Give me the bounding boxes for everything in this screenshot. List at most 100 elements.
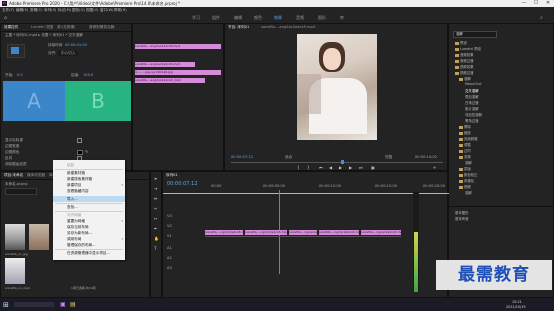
track-v3[interactable]: V3 [167, 214, 172, 218]
mini-clip-1[interactable]: sonaMa....ang2ac2a4ca5.mp4 [135, 44, 221, 49]
search-icon[interactable]: ⌕ [540, 15, 543, 21]
project-thumb-1[interactable] [5, 224, 25, 250]
track-a1[interactable]: A1 [167, 246, 172, 250]
hand-tool-icon[interactable]: ✋ [154, 236, 159, 241]
effects-item-video-effects[interactable]: 视频效果 [455, 64, 474, 69]
timeline-timecode[interactable]: 00:00:07:12 [167, 181, 198, 187]
tab-media-browser[interactable]: 媒体浏览器 [27, 173, 45, 178]
tab-sequence[interactable]: 序列01 [166, 173, 178, 178]
start-value[interactable]: 0.0 [17, 73, 23, 77]
effects-item-stylize[interactable]: 风格化 [459, 178, 474, 183]
tab-program[interactable]: 节目: 序列01 [228, 25, 249, 30]
effects-item-dip-black[interactable]: 黑场过渡 [465, 118, 479, 123]
effects-item-dissolve-folder[interactable]: 溶解 [459, 76, 471, 81]
tab-project[interactable]: 项目:未命名 [4, 173, 23, 178]
context-find[interactable]: 查找... [53, 204, 125, 210]
explorer-taskbar-icon[interactable]: ▤ [70, 301, 76, 308]
home-icon[interactable]: ⌂ [4, 15, 7, 21]
effects-item-lumetri[interactable]: Lumetri 预设 [455, 46, 481, 51]
effects-item-video-transitions[interactable]: 视频过渡 [455, 70, 474, 75]
effects-item-zoom[interactable]: 缩放 [459, 130, 471, 135]
effects-item-wipe[interactable]: 擦除 [459, 124, 471, 129]
program-scrubber[interactable] [231, 162, 443, 163]
effects-item-dissolve-3[interactable]: 溶解 [465, 190, 472, 195]
maximize-button[interactable]: ☐ [530, 0, 542, 7]
effects-item-mask[interactable]: 蒙版 [459, 166, 471, 171]
timeline-clip-5[interactable]: sonaMa....ng2ac2a4ca5.mp4 [361, 230, 401, 235]
mini-clip-3[interactable]: lo........jpg,ng 12b0q6.jpg [135, 70, 221, 75]
mark-out-icon[interactable]: } [307, 165, 310, 170]
workspace-libraries[interactable]: 库 [340, 15, 344, 21]
effects-item-audio-effects[interactable]: 音频效果 [455, 52, 474, 57]
effects-item-page-peel[interactable]: 页面剥落 [459, 136, 478, 141]
essential-graphics-tab[interactable]: 基本图形 [455, 210, 469, 215]
effects-item-transform[interactable]: 变换 [459, 154, 471, 159]
ripple-edit-icon[interactable]: ⇹ [154, 196, 157, 201]
effects-item-presets[interactable]: 预设 [455, 40, 467, 45]
workspace-audio[interactable]: 音频 [296, 15, 304, 21]
workspace-edit[interactable]: 编辑 [234, 15, 242, 21]
razor-tool-icon[interactable]: ✂ [154, 206, 157, 211]
mini-clip-4[interactable]: sonaMa....ang2ac2a4ca5_mp4 [135, 78, 205, 83]
add-button[interactable]: + [433, 165, 436, 170]
step-forward-icon[interactable]: ⏭ [359, 165, 363, 170]
timeline-clip-3[interactable]: sonaMa....ng2ac2a4ca5.mp4 [289, 230, 317, 235]
effects-item-audio-transitions[interactable]: 音频过渡 [455, 58, 474, 63]
effects-item-additive-dissolve[interactable]: 叠加溶解 [465, 94, 479, 99]
type-tool-icon[interactable]: T [154, 246, 156, 251]
effects-item-obsolete[interactable]: 过时 [459, 148, 471, 153]
workspace-assembly[interactable]: 组件 [212, 15, 220, 21]
effects-item-film-dissolve[interactable]: 胶片溶解 [465, 106, 479, 111]
end-value[interactable]: 100.0 [83, 73, 93, 77]
close-button[interactable]: ✕ [542, 0, 554, 7]
context-view-hidden[interactable]: 查看隐藏内容 [53, 188, 125, 194]
effects-search-input[interactable]: 溶解 [453, 31, 497, 38]
taskbar-search[interactable] [14, 302, 54, 307]
effects-item-video[interactable]: 视频 [459, 184, 471, 189]
play-icon[interactable]: ▶ [339, 165, 342, 170]
project-thumb-3[interactable] [5, 258, 25, 284]
track-select-icon[interactable]: ⇥ [154, 186, 157, 191]
effects-item-non-additive[interactable]: 非加性溶解 [465, 112, 482, 117]
mini-clip-2[interactable]: sonaMa....ang2ac2a4ca5.mp4 [135, 62, 195, 67]
slip-tool-icon[interactable]: ↔ [154, 216, 157, 221]
tab-lumetri-scopes[interactable]: Lumetri 范围 [31, 25, 53, 30]
tab-source[interactable]: 源:(无剪辑) [57, 25, 75, 30]
effects-item-dissolve-2[interactable]: 溶解 [465, 160, 472, 165]
eyedropper-icon[interactable]: ✎ [85, 149, 88, 154]
export-frame-icon[interactable]: ▣ [371, 165, 375, 170]
premiere-taskbar-icon[interactable]: ▣ [60, 301, 66, 308]
frame-back-icon[interactable]: ◀ [329, 165, 332, 170]
align-select[interactable]: 中心切入 [58, 51, 79, 56]
track-v1[interactable]: V1 [167, 234, 172, 238]
selection-tool-icon[interactable]: ➤ [154, 176, 157, 181]
program-timecode[interactable]: 00:00:07:12 [231, 155, 253, 159]
workspace-learn[interactable]: 学习 [192, 15, 200, 21]
context-paste[interactable]: 粘贴 [53, 162, 125, 168]
track-a3[interactable]: A3 [167, 266, 172, 270]
essential-sound-tab[interactable]: 基本声音 [455, 216, 469, 221]
windows-start-icon[interactable]: ⊞ [3, 301, 9, 309]
frame-forward-icon[interactable]: ▶ [349, 165, 352, 170]
context-import[interactable]: 导入... [53, 196, 125, 202]
track-v2[interactable]: V2 [167, 224, 172, 228]
effects-item-dip-white[interactable]: 白场过渡 [465, 100, 479, 105]
step-back-icon[interactable]: ⏮ [319, 165, 323, 170]
tab-audio-mixer[interactable]: 音频剪辑混合器: [89, 25, 115, 30]
tab-effect-controls[interactable]: 效果控件 [4, 25, 18, 30]
effects-item-morphcut[interactable]: MorphCut [465, 82, 482, 86]
duration-value[interactable]: 00:00:01:00 [65, 43, 87, 47]
project-thumb-2[interactable] [29, 224, 49, 250]
effects-item-color-correction[interactable]: 颜色校正 [459, 172, 478, 177]
minimize-button[interactable]: — [518, 0, 530, 7]
border-color-swatch[interactable] [77, 150, 83, 155]
context-manage-layouts[interactable]: 管理保存的布局... [53, 242, 125, 248]
pen-tool-icon[interactable]: ✒ [154, 226, 157, 231]
work-area-bar[interactable] [163, 193, 449, 194]
fit-select[interactable]: 适合 [285, 155, 292, 160]
quality-select[interactable]: 完整 [385, 155, 392, 160]
workspace-color[interactable]: 颜色 [254, 15, 262, 21]
program-playhead[interactable] [341, 160, 344, 164]
effects-item-adjust[interactable]: 调整 [459, 142, 471, 147]
timeline-clip-2[interactable]: sonaMa....ng2ac2a4ca5.mp4 [245, 230, 287, 235]
